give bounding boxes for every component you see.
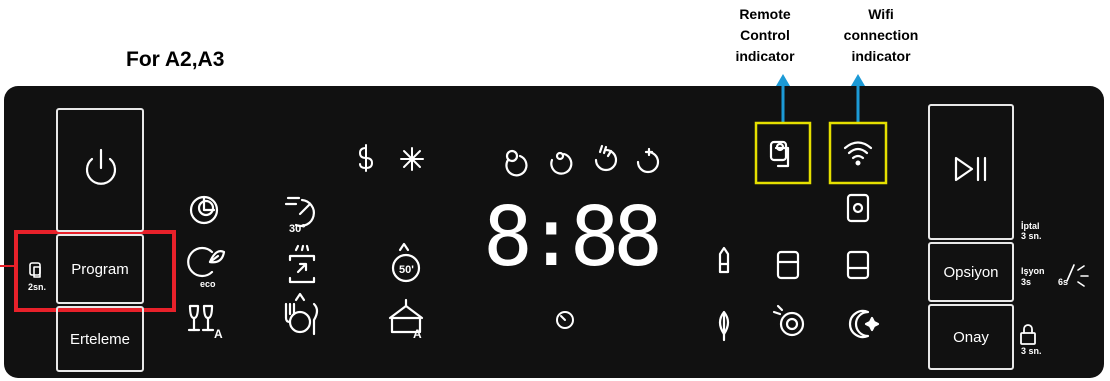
- remote-arrow: [776, 74, 790, 122]
- intensive-icon: [284, 292, 319, 336]
- pot-a-label: A: [413, 327, 422, 341]
- isyon-3s-label: 3s: [1021, 277, 1032, 287]
- program-button[interactable]: Program: [56, 234, 144, 304]
- light-6s-label: 6s: [1058, 277, 1069, 287]
- glass-a-label: A: [214, 327, 223, 341]
- time-display: 8:88: [483, 190, 662, 285]
- quick-30-icon: [284, 196, 315, 228]
- phase-4-icon: [636, 147, 660, 174]
- phase-3-icon: [594, 144, 618, 172]
- phase-2-icon: [550, 151, 573, 175]
- erteleme-button[interactable]: Erteleme: [56, 306, 144, 372]
- remote-control-indicator-icon: [769, 140, 790, 168]
- remote-small-icon: [29, 262, 41, 278]
- rinse-aid-indicator-icon: [400, 147, 424, 171]
- phase-1-icon: [505, 149, 528, 177]
- bottle-icon: [718, 246, 730, 274]
- eco-program-icon: [187, 246, 226, 278]
- start-pause-button[interactable]: [928, 104, 1014, 240]
- plate-icon: [772, 304, 805, 337]
- lower-basket-icon: [846, 250, 870, 280]
- leaf-icon: [718, 310, 730, 342]
- lock-3sn-label: 3 sn.: [1021, 346, 1042, 356]
- wifi-arrow: [851, 74, 865, 122]
- wifi-indicator-icon: [843, 141, 873, 166]
- half-load-indicator-icon: [846, 193, 870, 223]
- prewash-icon: [288, 244, 316, 284]
- timer-icon: [556, 311, 574, 329]
- temp-50-label: 50': [399, 264, 414, 276]
- auto-program-icon: [189, 195, 219, 225]
- salt-indicator-icon: [359, 144, 373, 172]
- isyon-label: Işyon: [1021, 266, 1045, 276]
- temp-30-label: 30°: [289, 223, 306, 235]
- onay-button[interactable]: Onay: [928, 304, 1014, 370]
- upper-basket-icon: [776, 250, 800, 280]
- left-2sn-label: 2sn.: [28, 282, 47, 292]
- power-button[interactable]: [56, 108, 144, 232]
- eco-label: eco: [200, 279, 216, 289]
- wifi-highlight: [828, 121, 888, 185]
- light-icon: [1066, 264, 1089, 287]
- opsiyon-button[interactable]: Opsiyon: [928, 242, 1014, 302]
- remote-highlight: [754, 121, 812, 185]
- child-lock-icon: [1020, 324, 1036, 345]
- night-mode-icon: [848, 309, 880, 339]
- glass-program-icon: [187, 304, 215, 332]
- iptal-3sn-label: 3 sn.: [1021, 231, 1042, 241]
- iptal-label: İptal: [1021, 221, 1040, 231]
